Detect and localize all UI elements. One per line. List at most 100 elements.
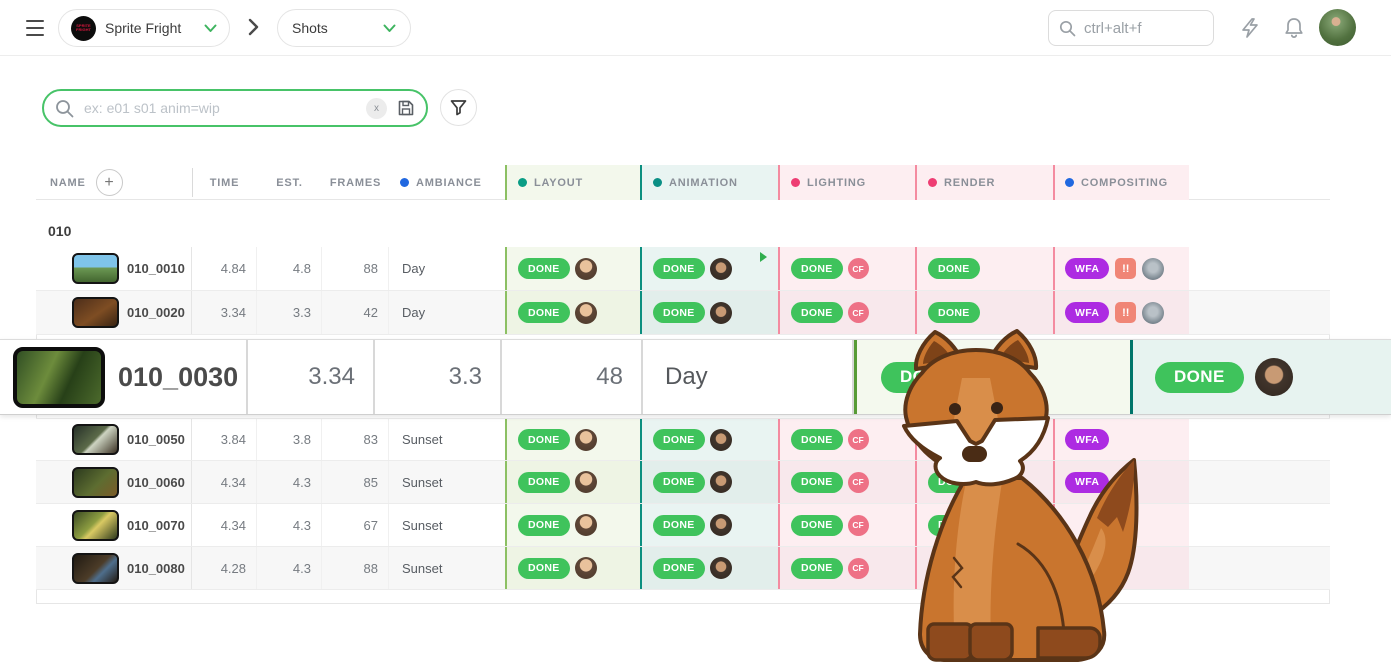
add-column-button[interactable]: +: [96, 169, 123, 196]
project-selector[interactable]: SPRITE FRIGHT Sprite Fright: [58, 9, 230, 47]
shot-thumbnail[interactable]: [13, 347, 105, 408]
priority-badge: !!: [1115, 302, 1136, 323]
assignee-avatar[interactable]: [710, 514, 732, 536]
shot-thumbnail[interactable]: [72, 467, 119, 498]
time-cell: 4.34: [192, 504, 257, 546]
flash-actions-icon[interactable]: [1238, 16, 1262, 40]
assignee-avatar[interactable]: [575, 471, 597, 493]
status-badge: DONE: [518, 258, 570, 279]
assignee-avatar[interactable]: [710, 471, 732, 493]
layout-cell[interactable]: DONE: [505, 419, 640, 460]
shot-thumbnail[interactable]: [72, 424, 119, 455]
shot-name[interactable]: 010_0070: [127, 518, 185, 533]
shot-name[interactable]: 010_0010: [127, 261, 185, 276]
compositing-cell[interactable]: WFA!!: [1053, 247, 1189, 290]
status-badge: DONE: [653, 472, 705, 493]
status-badge: DONE: [791, 429, 843, 450]
assignee-avatar[interactable]: [1142, 302, 1164, 324]
shot-name[interactable]: 010_0030: [118, 362, 238, 393]
shot-name[interactable]: 010_0080: [127, 561, 185, 576]
column-header-frames[interactable]: FRAMES: [322, 165, 389, 200]
ambiance-dot: [400, 178, 409, 187]
lighting-dot: [791, 178, 800, 187]
render-cell[interactable]: DONE: [915, 247, 1053, 290]
animation-cell[interactable]: DONE: [640, 419, 778, 460]
hamburger-menu-icon[interactable]: [26, 20, 44, 36]
ambiance-cell[interactable]: Day: [389, 247, 505, 290]
assignee-avatar[interactable]: [710, 429, 732, 451]
column-header-ambiance[interactable]: AMBIANCE: [400, 165, 482, 200]
clear-filter-button[interactable]: x: [366, 98, 387, 119]
zoomed-row: 010_0030 3.34 3.3 48 Day DONE DONE: [0, 339, 1391, 415]
assignee-initials-avatar: CF: [848, 515, 869, 536]
shot-thumbnail[interactable]: [72, 297, 119, 328]
column-header-est[interactable]: EST.: [257, 165, 322, 200]
table-row: 010_0010 4.84 4.8 88 Day DONE DONE DONEC…: [36, 247, 1330, 291]
shot-thumbnail[interactable]: [72, 253, 119, 284]
layout-dot: [518, 178, 527, 187]
assignee-avatar[interactable]: [710, 557, 732, 579]
filler-cell: [1189, 504, 1330, 546]
layout-cell[interactable]: DONE: [505, 504, 640, 546]
ambiance-cell[interactable]: Sunset: [389, 504, 505, 546]
assignee-avatar[interactable]: [575, 302, 597, 324]
shot-name-cell: 010_0050: [36, 419, 192, 460]
save-filter-icon[interactable]: [397, 99, 415, 117]
shot-filter-input[interactable]: ex: e01 s01 anim=wip x: [42, 89, 428, 127]
frames-cell: 88: [322, 547, 389, 589]
layout-cell[interactable]: DONE: [505, 291, 640, 334]
layout-cell[interactable]: DONE: [505, 461, 640, 503]
animation-cell[interactable]: DONE: [640, 504, 778, 546]
shot-name[interactable]: 010_0020: [127, 305, 185, 320]
layout-cell[interactable]: DONE: [505, 247, 640, 290]
status-badge: DONE: [653, 558, 705, 579]
ambiance-cell[interactable]: Sunset: [389, 419, 505, 460]
assignee-avatar[interactable]: [575, 429, 597, 451]
column-header-lighting[interactable]: LIGHTING: [778, 165, 915, 200]
frames-cell: 88: [322, 247, 389, 290]
user-avatar[interactable]: [1319, 9, 1356, 46]
animation-cell[interactable]: DONE: [640, 461, 778, 503]
shot-thumbnail[interactable]: [72, 510, 119, 541]
ambiance-cell[interactable]: Day: [643, 340, 854, 414]
assignee-avatar[interactable]: [710, 258, 732, 280]
page-selector[interactable]: Shots: [277, 9, 411, 47]
shot-thumbnail[interactable]: [72, 553, 119, 584]
frames-cell: 42: [322, 291, 389, 334]
assignee-avatar[interactable]: [575, 557, 597, 579]
animation-cell[interactable]: DONE: [640, 291, 778, 334]
column-header-name[interactable]: NAME: [50, 165, 86, 200]
global-search-input[interactable]: ctrl+alt+f: [1048, 10, 1214, 46]
shot-name[interactable]: 010_0050: [127, 432, 185, 447]
notifications-bell-icon[interactable]: [1283, 16, 1305, 40]
column-header-compositing[interactable]: COMPOSITING: [1053, 165, 1189, 200]
filler-cell: [1189, 291, 1330, 334]
shot-name[interactable]: 010_0060: [127, 475, 185, 490]
assignee-avatar[interactable]: [575, 514, 597, 536]
status-badge: DONE: [653, 515, 705, 536]
page-selector-label: Shots: [292, 20, 383, 36]
animation-cell[interactable]: DONE: [640, 247, 778, 290]
column-header-animation[interactable]: ANIMATION: [640, 165, 778, 200]
assignee-avatar[interactable]: [710, 302, 732, 324]
column-header-render[interactable]: RENDER: [915, 165, 1053, 200]
ambiance-cell[interactable]: Sunset: [389, 547, 505, 589]
est-cell: 4.3: [257, 547, 322, 589]
assignee-avatar[interactable]: [575, 258, 597, 280]
assignee-initials-avatar: CF: [848, 429, 869, 450]
filter-button[interactable]: [440, 89, 477, 126]
column-header-time[interactable]: TIME: [192, 165, 257, 200]
assignee-avatar[interactable]: [1255, 358, 1293, 396]
est-cell: 4.8: [257, 247, 322, 290]
assignee-avatar[interactable]: [1142, 258, 1164, 280]
layout-cell[interactable]: DONE: [505, 547, 640, 589]
time-cell: 3.84: [192, 419, 257, 460]
animation-cell[interactable]: DONE: [1130, 340, 1391, 414]
ambiance-cell[interactable]: Sunset: [389, 461, 505, 503]
assignee-initials-avatar: CF: [848, 302, 869, 323]
column-header-layout[interactable]: LAYOUT: [505, 165, 640, 200]
status-badge: DONE: [791, 558, 843, 579]
animation-cell[interactable]: DONE: [640, 547, 778, 589]
lighting-cell[interactable]: DONECF: [778, 247, 915, 290]
ambiance-cell[interactable]: Day: [389, 291, 505, 334]
